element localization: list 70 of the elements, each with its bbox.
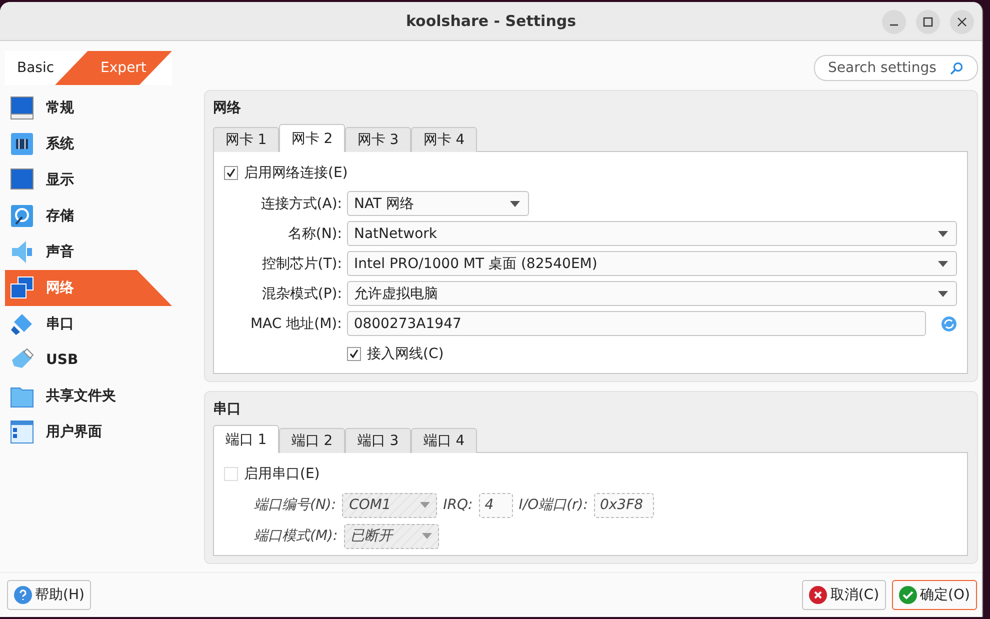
dropdown-caret-icon (420, 502, 430, 508)
dropdown[interactable]: NAT 网络 (347, 191, 529, 216)
checkbox-label: 接入网线(C) (367, 345, 444, 363)
checkbox[interactable] (224, 166, 238, 180)
port-tab[interactable]: 端口 2 (279, 428, 345, 453)
field-label: 控制芯片(T): (260, 254, 342, 272)
adapter-tab[interactable]: 网卡 4 (411, 127, 477, 152)
field-label: IRQ: (443, 497, 473, 513)
field-label: MAC 地址(M): (249, 314, 342, 332)
dropdown-caret-icon (938, 230, 948, 236)
group-title: 网络 (213, 99, 242, 117)
port-tab[interactable]: 端口 1 (213, 425, 279, 453)
dropdown[interactable]: 允许虚拟电脑 (347, 281, 957, 306)
close-icon (957, 17, 967, 27)
chip-icon (10, 132, 34, 156)
maximize-button[interactable] (916, 10, 940, 34)
field-label: 端口模式(M): (254, 527, 338, 545)
checkbox-label: 启用串口(E) (244, 465, 320, 483)
dropdown[interactable]: NatNetwork (347, 221, 957, 246)
dropdown-caret-icon (422, 533, 432, 539)
text-field[interactable]: 0x3F8 (594, 492, 654, 518)
sidebar-item[interactable]: 共享文件夹 (5, 378, 172, 414)
sidebar-item[interactable]: 存储 (5, 198, 172, 234)
field-label: 端口编号(N): (254, 496, 336, 514)
dropdown[interactable]: 已断开 (344, 524, 439, 548)
field-label: 混杂模式(P): (260, 284, 342, 302)
cancel-button[interactable]: 取消(C) (802, 580, 886, 610)
dropdown-caret-icon (938, 290, 948, 296)
sidebar-item[interactable]: USB (5, 342, 172, 378)
checkbox-label: 启用网络连接(E) (244, 164, 348, 182)
sidebar-item[interactable]: 显示 (5, 162, 172, 198)
ok-button[interactable]: 确定(O) (892, 580, 977, 610)
help-icon (14, 586, 32, 604)
window-icon (10, 420, 34, 444)
group-title: 串口 (213, 400, 242, 418)
sidebar-item[interactable]: 串口 (5, 306, 172, 342)
window-title: koolshare - Settings (406, 12, 576, 30)
adapter-tab[interactable]: 网卡 1 (213, 127, 279, 152)
sidebar-item[interactable]: 常规 (5, 90, 172, 126)
minimize-icon (889, 24, 899, 26)
search-field[interactable]: Search settings (814, 55, 978, 81)
mac-address-field[interactable]: 0800273A1947 (346, 311, 926, 336)
sidebar-item[interactable]: 用户界面 (5, 414, 172, 450)
display-icon (10, 168, 34, 192)
dropdown-caret-icon (510, 200, 520, 206)
help-button[interactable]: 帮助(H) (7, 580, 92, 610)
check-icon (899, 586, 918, 604)
dropdown[interactable]: COM1 (342, 492, 438, 518)
sidebar-item[interactable]: 系统 (5, 126, 172, 162)
dropdown-caret-icon (938, 260, 948, 266)
search-icon (950, 62, 963, 74)
sidebar-item[interactable]: 声音 (5, 234, 172, 270)
checkbox[interactable] (347, 347, 361, 361)
field-label: I/O端口(r): (518, 496, 588, 514)
port-tab[interactable]: 端口 3 (345, 428, 411, 453)
monitor-icon (10, 96, 34, 120)
close-button[interactable] (950, 10, 974, 34)
field-label: 连接方式(A): (260, 194, 342, 212)
refresh-icon[interactable] (941, 316, 957, 332)
adapter-tab[interactable]: 网卡 3 (345, 127, 411, 152)
port-tab[interactable]: 端口 4 (411, 428, 477, 453)
field-label: 名称(N): (286, 224, 342, 242)
text-field[interactable]: 4 (478, 492, 513, 518)
speaker-icon (10, 240, 34, 264)
maximize-icon (923, 17, 933, 27)
serial-plug-icon (10, 312, 34, 336)
network-icon (10, 276, 34, 300)
cancel-icon (809, 586, 828, 604)
dropdown[interactable]: Intel PRO/1000 MT 桌面 (82540EM) (347, 251, 957, 276)
adapter-tab[interactable]: 网卡 2 (279, 124, 345, 152)
